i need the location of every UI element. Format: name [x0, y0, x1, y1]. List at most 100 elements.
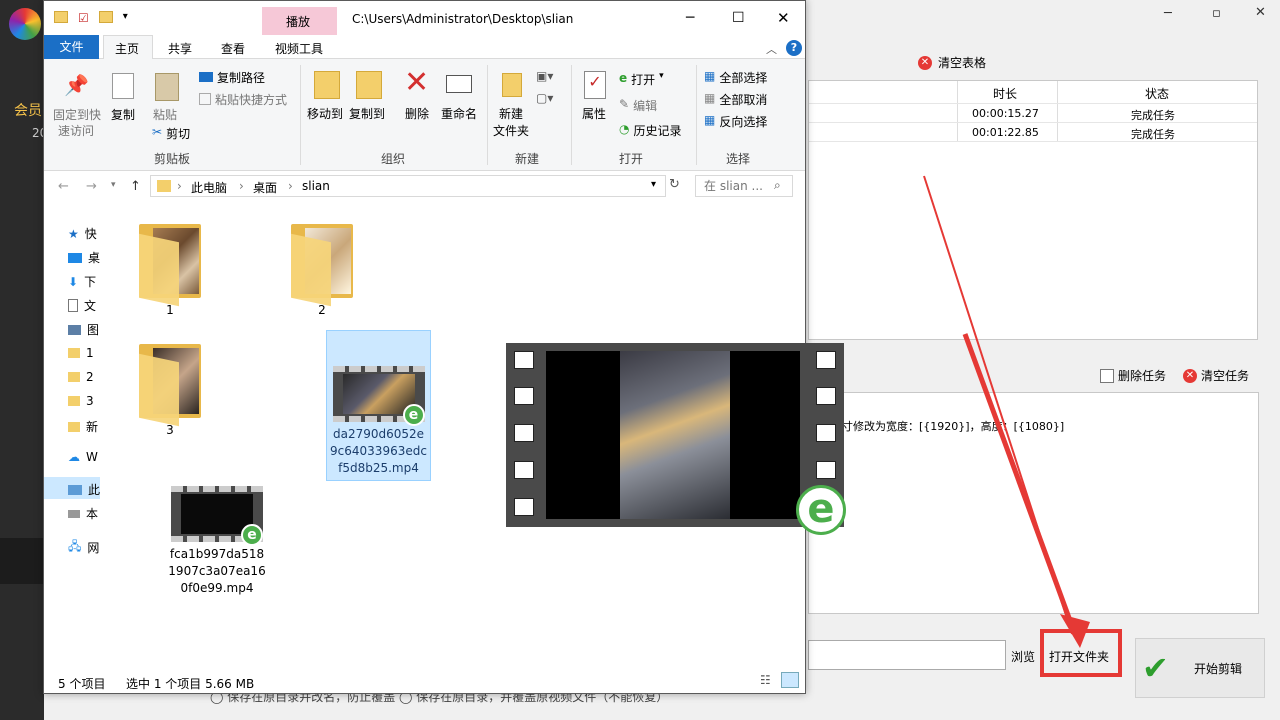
easy-access-icon[interactable]: ▢▾: [536, 91, 553, 105]
nav-item-folder-3[interactable]: 3: [68, 394, 94, 408]
nav-item-desktop[interactable]: 桌: [68, 249, 100, 266]
open-button[interactable]: e 打开 ▾: [619, 71, 664, 88]
nav-item-this-pc[interactable]: 此: [68, 481, 100, 498]
copy-to-icon[interactable]: [356, 71, 382, 99]
file-name: fca1b997da518: [169, 547, 265, 561]
up-arrow-icon[interactable]: ↑: [130, 179, 141, 194]
new-folder-label-2: 文件夹: [493, 124, 530, 138]
new-folder-icon[interactable]: [98, 11, 113, 23]
delete-task-button[interactable]: 删除任务: [1100, 367, 1166, 384]
nav-item-folder-2[interactable]: 2: [68, 370, 94, 384]
video-item-da2790[interactable]: e da2790d6052e 9c64033963edc f5d8b25.mp4: [326, 366, 431, 477]
address-bar[interactable]: › 此电脑 › 桌面 › slian ▾: [150, 175, 666, 197]
chevron-down-icon[interactable]: ▾: [111, 180, 116, 190]
nav-item-onedrive[interactable]: ☁ W: [68, 450, 98, 464]
breadcrumb-folder[interactable]: slian: [302, 179, 330, 193]
history-button[interactable]: ◔ 历史记录: [619, 122, 682, 139]
pin-icon[interactable]: 📌: [64, 73, 89, 97]
tab-file[interactable]: 文件: [44, 35, 99, 59]
open-folder-button[interactable]: 打开文件夹: [1049, 648, 1109, 665]
nav-item-pictures[interactable]: 图: [68, 321, 99, 338]
new-folder-button[interactable]: 新建: [499, 105, 523, 122]
member-label[interactable]: 会员: [14, 100, 42, 120]
status-bar: 5 个项目 选中 1 个项目 5.66 MB ☷: [44, 669, 805, 693]
copy-to-button[interactable]: 复制到: [349, 105, 385, 122]
invert-selection-button[interactable]: ▦ 反向选择: [704, 113, 767, 130]
rename-icon[interactable]: [446, 75, 472, 93]
play-tab[interactable]: 播放: [286, 13, 310, 30]
copy-button[interactable]: 复制: [111, 106, 135, 123]
maximize-icon[interactable]: ▫: [1212, 6, 1221, 21]
maximize-icon[interactable]: ☐: [732, 10, 745, 26]
new-item-icon[interactable]: ▣▾: [536, 69, 553, 83]
tab-home[interactable]: 主页: [115, 40, 139, 57]
chevron-up-icon[interactable]: ︿: [766, 41, 777, 57]
copy-icon[interactable]: [112, 73, 134, 99]
nav-item-documents[interactable]: 文: [68, 297, 96, 314]
nav-item-quick-access[interactable]: ★ 快: [68, 225, 97, 242]
column-header-duration[interactable]: 时长: [993, 85, 1017, 102]
folder-icon[interactable]: [54, 11, 68, 23]
start-edit-button[interactable]: ✔ 开始剪辑: [1135, 638, 1265, 698]
tab-video-tools[interactable]: 视频工具: [275, 40, 323, 57]
delete-icon[interactable]: ✕: [404, 65, 429, 100]
folder-item-2[interactable]: 2: [284, 220, 360, 319]
help-icon[interactable]: ?: [786, 40, 802, 56]
paste-button[interactable]: 粘贴: [153, 106, 177, 123]
details-view-icon[interactable]: ☷: [760, 673, 771, 687]
output-path-input[interactable]: [808, 640, 1006, 670]
pin-label[interactable]: 固定到快: [53, 106, 101, 123]
tab-view[interactable]: 查看: [221, 40, 245, 57]
minimize-icon[interactable]: ─: [686, 10, 694, 26]
properties-button[interactable]: 属性: [582, 105, 606, 122]
forward-arrow-icon[interactable]: →: [86, 179, 97, 194]
column-header-status[interactable]: 状态: [1145, 85, 1169, 102]
edit-button[interactable]: ✎ 编辑: [619, 97, 657, 114]
breadcrumb-desktop[interactable]: 桌面: [253, 179, 277, 196]
nav-item-local-disk[interactable]: 本: [68, 505, 98, 522]
rename-button[interactable]: 重命名: [441, 105, 477, 122]
video-thumbnail: e: [332, 366, 425, 426]
video-item-fca1b9[interactable]: e fca1b997da518 1907c3a07ea16 0f0e99.mp4: [164, 486, 270, 597]
move-to-button[interactable]: 移动到: [307, 105, 343, 122]
log-line: 容: [809, 397, 1258, 417]
close-icon[interactable]: ✕: [777, 9, 790, 27]
chevron-down-icon[interactable]: ▾: [123, 11, 128, 25]
folder-icon: [139, 220, 201, 307]
delete-button[interactable]: 删除: [405, 105, 429, 122]
properties-icon[interactable]: ☑: [78, 11, 89, 25]
paste-shortcut-button[interactable]: 粘贴快捷方式: [199, 91, 287, 108]
clear-table-button[interactable]: ✕ 清空表格: [918, 54, 986, 71]
select-none-button[interactable]: ▦ 全部取消: [704, 91, 767, 108]
close-icon[interactable]: ✕: [1255, 5, 1266, 20]
search-icon[interactable]: ⌕: [774, 178, 781, 193]
nav-item-folder-1[interactable]: 1: [68, 346, 94, 360]
tab-share[interactable]: 共享: [168, 40, 192, 57]
back-arrow-icon[interactable]: ←: [58, 179, 69, 194]
folder-item-1[interactable]: 1: [132, 220, 208, 319]
move-to-icon[interactable]: [314, 71, 340, 99]
copy-path-button[interactable]: 复制路径: [199, 69, 265, 86]
nav-item-downloads[interactable]: ⬇ 下: [68, 273, 96, 290]
task-table: 时长 状态 00:00:15.27 完成任务 00:01:22.85 完成任务: [808, 80, 1258, 340]
chevron-down-icon[interactable]: ▾: [651, 179, 656, 190]
preview-pane: e: [506, 343, 846, 535]
log-area[interactable]: 容 频的尺寸修改为宽度：[{1920}]，高度：[{1080}]: [808, 392, 1259, 614]
avatar[interactable]: [9, 8, 41, 40]
select-all-button[interactable]: ▦ 全部选择: [704, 69, 767, 86]
cut-button[interactable]: ✂ 剪切: [152, 125, 190, 142]
nav-item-folder-new[interactable]: 新: [68, 418, 98, 435]
folder-item-3[interactable]: 3: [132, 340, 208, 439]
nav-item-network[interactable]: 🖧 网: [68, 537, 99, 558]
pin-label-2: 速访问: [58, 124, 95, 138]
browse-button[interactable]: 浏览: [1011, 648, 1035, 665]
properties-icon[interactable]: ✓: [584, 71, 606, 99]
breadcrumb-this-pc[interactable]: 此电脑: [191, 179, 227, 196]
large-icons-view-icon[interactable]: [781, 672, 799, 688]
group-label-new: 新建: [515, 152, 540, 166]
clear-task-button[interactable]: ✕ 清空任务: [1183, 367, 1249, 384]
refresh-icon[interactable]: ↻: [669, 177, 680, 192]
paste-icon[interactable]: [155, 73, 179, 101]
new-folder-icon[interactable]: [502, 73, 522, 97]
minimize-icon[interactable]: ─: [1164, 6, 1172, 21]
